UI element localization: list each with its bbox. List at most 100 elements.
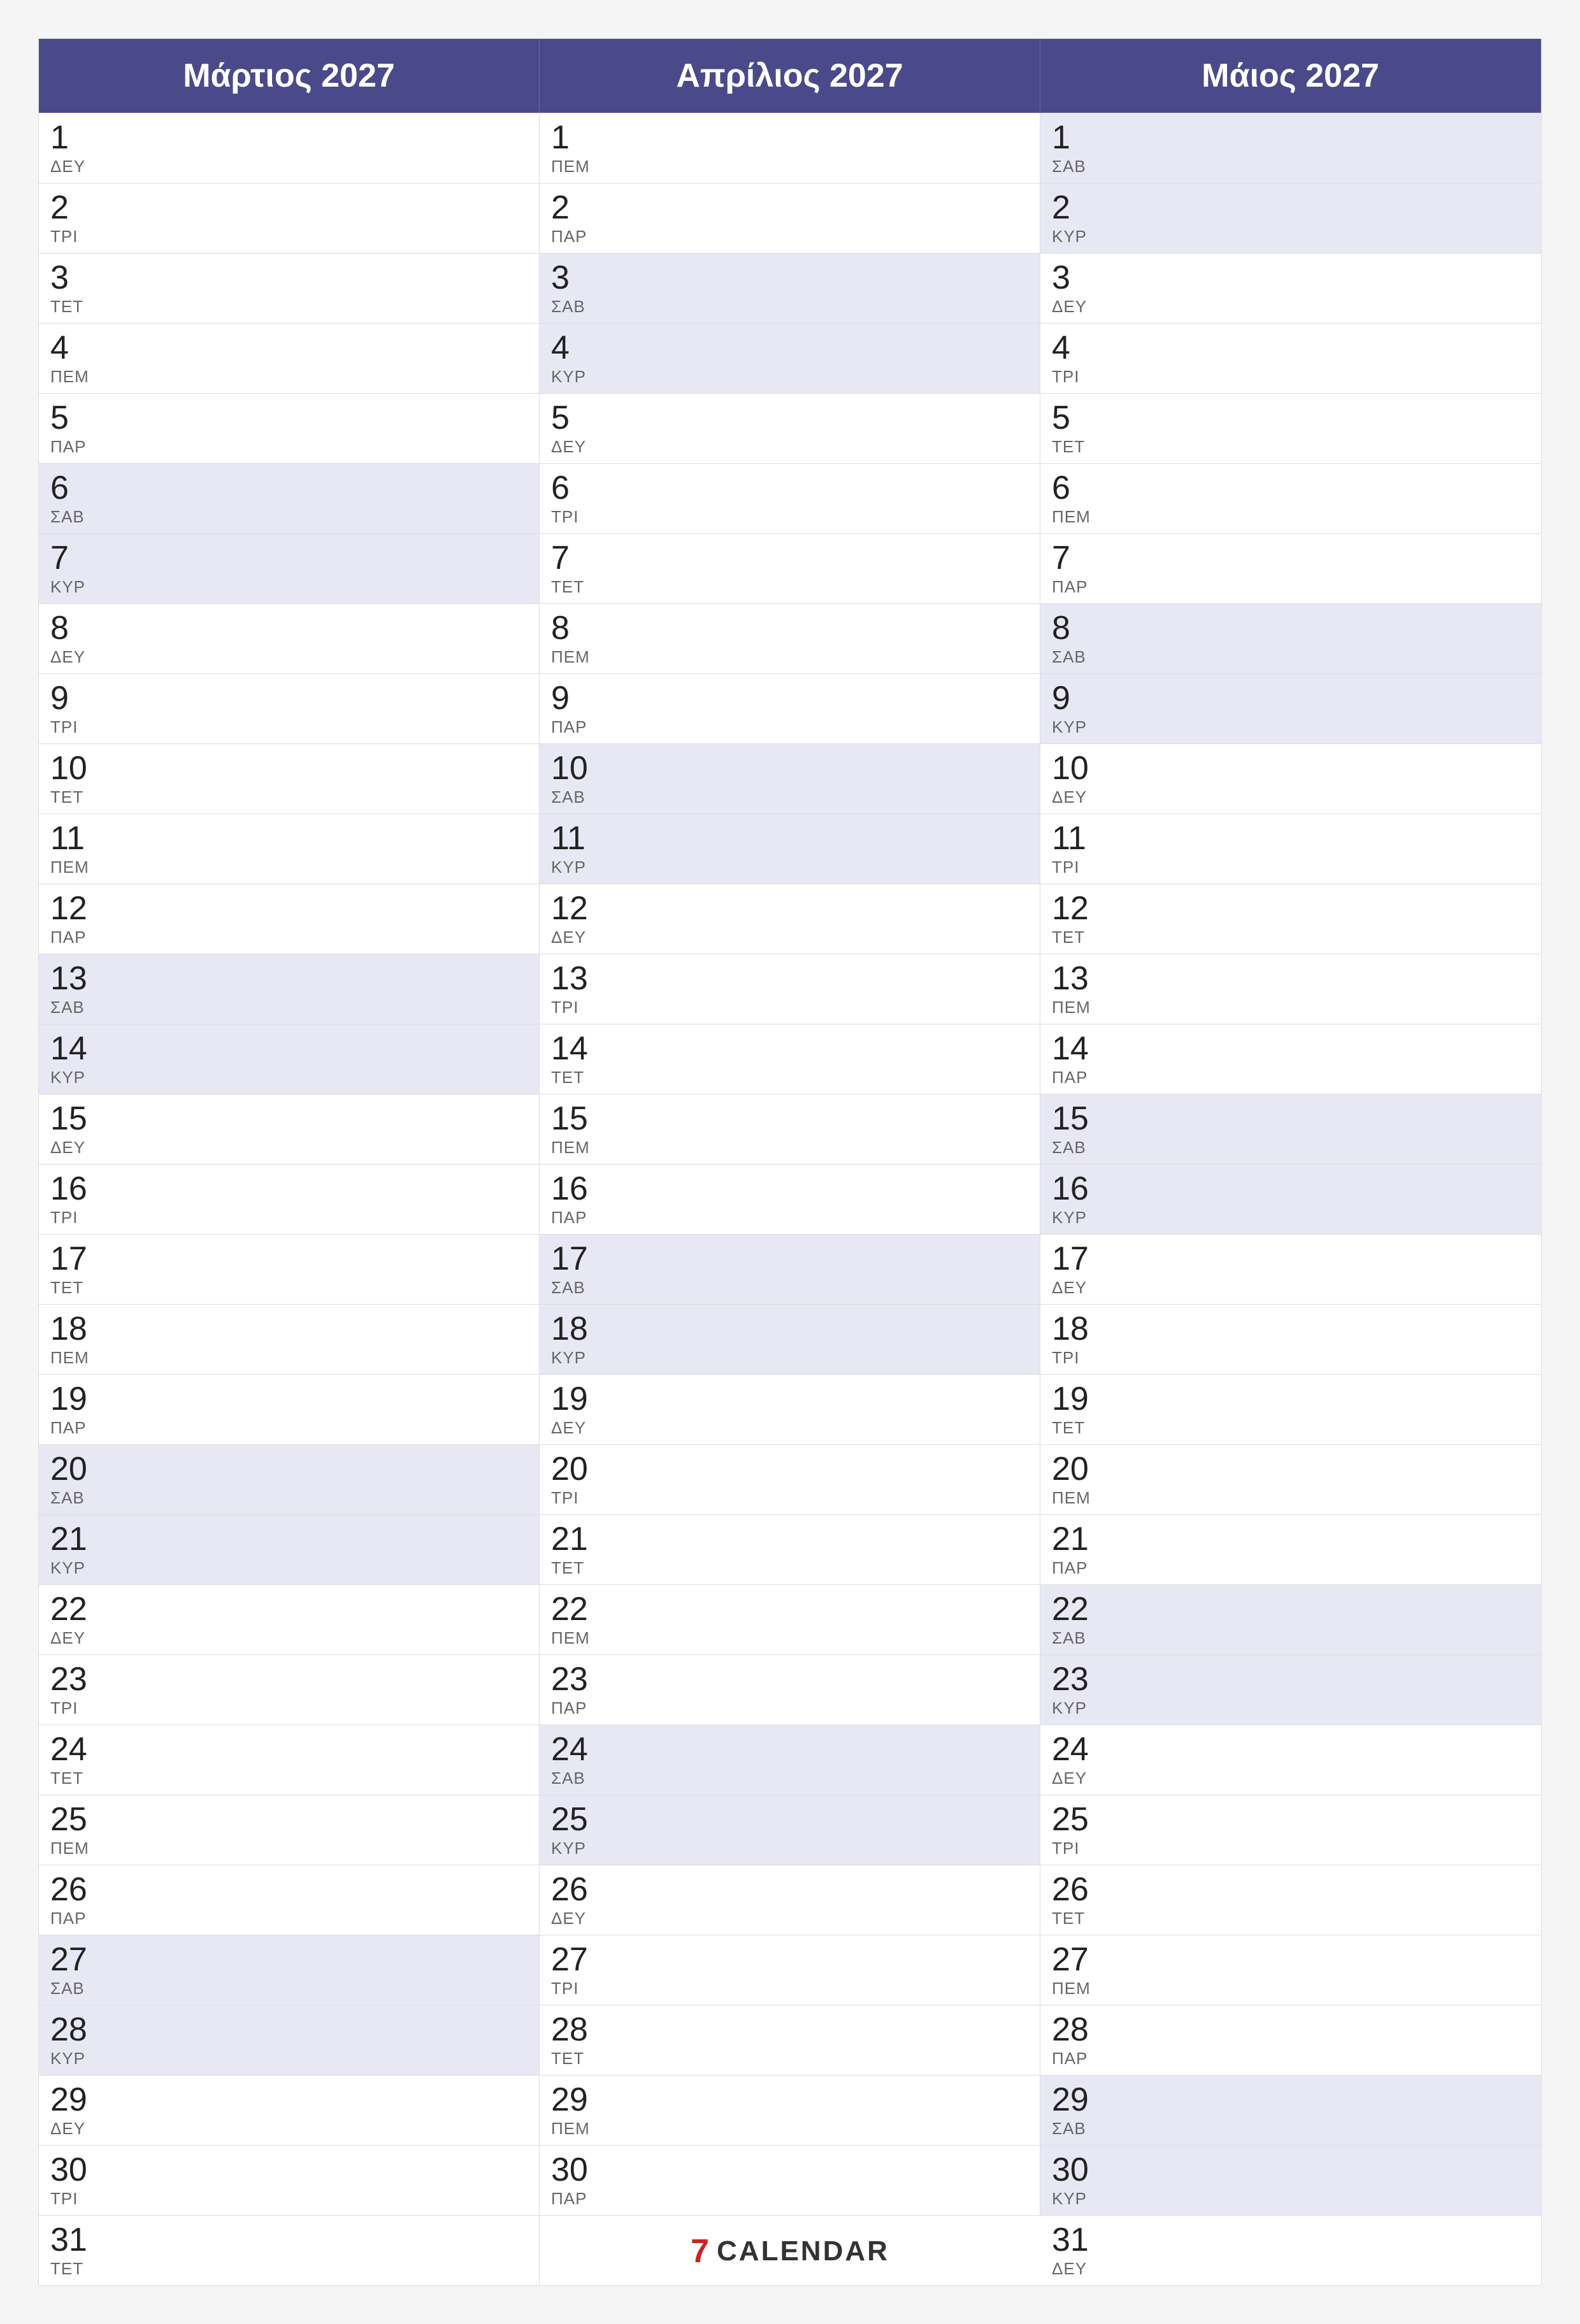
calendar-grid: Μάρτιος 2027Απρίλιος 2027Μάιος 2027 1 ΔΕ… — [39, 39, 1541, 2285]
day-cell-month1-day25: 25 ΚΥΡ — [540, 1795, 1040, 1865]
day-cell-month0-day11: 11 ΠΕΜ — [39, 814, 540, 884]
day-number: 17 — [551, 1242, 1028, 1275]
day-cell-month2-day27: 27 ΠΕΜ — [1040, 1935, 1541, 2005]
day-name: ΚΥΡ — [551, 367, 1028, 387]
day-cell-month1-day2: 2 ΠΑΡ — [540, 183, 1040, 253]
day-number: 30 — [551, 2153, 1028, 2186]
day-number: 11 — [551, 822, 1028, 855]
day-name: ΠΑΡ — [1052, 1558, 1530, 1578]
day-number: 31 — [50, 2223, 528, 2256]
day-cell-month0-day17: 17 ΤΕΤ — [39, 1234, 540, 1304]
day-name: ΣΑΒ — [50, 1488, 528, 1508]
day-number: 4 — [50, 331, 528, 364]
day-cell-month1-day1: 1 ΠΕΜ — [540, 113, 1040, 183]
day-name: ΠΑΡ — [551, 1698, 1028, 1718]
day-cell-month0-day3: 3 ΤΕΤ — [39, 253, 540, 323]
day-name: ΤΕΤ — [1052, 1909, 1530, 1928]
day-number: 5 — [551, 401, 1028, 434]
day-cell-month1-day22: 22 ΠΕΜ — [540, 1584, 1040, 1654]
calendar-logo-text: CALENDAR — [717, 2235, 889, 2267]
day-name: ΣΑΒ — [1052, 1138, 1530, 1158]
day-number: 1 — [1052, 121, 1530, 154]
day-number: 16 — [50, 1172, 528, 1205]
day-number: 28 — [50, 2013, 528, 2046]
day-number: 3 — [551, 261, 1028, 294]
day-number: 23 — [50, 1663, 528, 1696]
day-cell-month2-day10: 10 ΔΕΥ — [1040, 743, 1541, 814]
calendar-logo-icon: 7 — [691, 2235, 709, 2268]
day-cell-month2-day28: 28 ΠΑΡ — [1040, 2005, 1541, 2075]
day-cell-month1-day6: 6 ΤΡΙ — [540, 463, 1040, 533]
day-number: 14 — [1052, 1032, 1530, 1065]
day-cell-month0-day7: 7 ΚΥΡ — [39, 533, 540, 603]
day-name: ΚΥΡ — [50, 1068, 528, 1087]
day-name: ΤΡΙ — [551, 1979, 1028, 1998]
day-cell-month2-day9: 9 ΚΥΡ — [1040, 673, 1541, 743]
day-cell-month1-day9: 9 ΠΑΡ — [540, 673, 1040, 743]
day-cell-month0-day1: 1 ΔΕΥ — [39, 113, 540, 183]
day-number: 21 — [50, 1523, 528, 1556]
day-number: 29 — [551, 2083, 1028, 2116]
day-number: 17 — [50, 1242, 528, 1275]
day-name: ΠΕΜ — [50, 1348, 528, 1368]
day-cell-month2-day31: 31 ΔΕΥ — [1040, 2215, 1541, 2285]
day-number: 27 — [50, 1943, 528, 1976]
day-name: ΤΕΤ — [551, 1068, 1028, 1087]
day-number: 30 — [1052, 2153, 1530, 2186]
day-cell-month1-day21: 21 ΤΕΤ — [540, 1514, 1040, 1584]
day-number: 2 — [50, 191, 528, 224]
month-header-0: Μάρτιος 2027 — [39, 39, 540, 113]
day-name: ΠΕΜ — [551, 1138, 1028, 1158]
day-cell-month2-day12: 12 ΤΕΤ — [1040, 884, 1541, 954]
day-name: ΤΡΙ — [1052, 857, 1530, 877]
day-name: ΣΑΒ — [1052, 647, 1530, 667]
day-cell-month1-day7: 7 ΤΕΤ — [540, 533, 1040, 603]
day-cell-month1-day16: 16 ΠΑΡ — [540, 1164, 1040, 1234]
day-cell-month2-day29: 29 ΣΑΒ — [1040, 2075, 1541, 2145]
day-name: ΔΕΥ — [551, 1909, 1028, 1928]
day-cell-month0-day2: 2 ΤΡΙ — [39, 183, 540, 253]
day-number: 18 — [1052, 1312, 1530, 1345]
day-cell-month2-day16: 16 ΚΥΡ — [1040, 1164, 1541, 1234]
day-number: 31 — [1052, 2223, 1530, 2256]
day-cell-month0-day8: 8 ΔΕΥ — [39, 603, 540, 673]
day-number: 2 — [551, 191, 1028, 224]
day-number: 15 — [50, 1102, 528, 1135]
day-cell-month0-day6: 6 ΣΑΒ — [39, 463, 540, 533]
day-cell-month1-day10: 10 ΣΑΒ — [540, 743, 1040, 814]
day-name: ΤΕΤ — [50, 2259, 528, 2279]
day-name: ΤΡΙ — [50, 1208, 528, 1228]
day-number: 18 — [551, 1312, 1028, 1345]
day-number: 1 — [50, 121, 528, 154]
day-number: 19 — [1052, 1382, 1530, 1416]
day-name: ΤΡΙ — [50, 717, 528, 737]
day-number: 23 — [551, 1663, 1028, 1696]
day-cell-month1-day12: 12 ΔΕΥ — [540, 884, 1040, 954]
day-name: ΣΑΒ — [1052, 2119, 1530, 2139]
day-name: ΠΑΡ — [551, 227, 1028, 247]
day-cell-month0-day27: 27 ΣΑΒ — [39, 1935, 540, 2005]
day-number: 10 — [50, 752, 528, 785]
day-name: ΤΕΤ — [1052, 437, 1530, 457]
day-name: ΤΕΤ — [50, 297, 528, 317]
day-number: 29 — [1052, 2083, 1530, 2116]
day-cell-month2-day24: 24 ΔΕΥ — [1040, 1725, 1541, 1795]
day-number: 6 — [1052, 471, 1530, 505]
day-name: ΠΕΜ — [551, 647, 1028, 667]
day-number: 27 — [551, 1943, 1028, 1976]
day-name: ΤΕΤ — [50, 787, 528, 807]
day-cell-month0-day22: 22 ΔΕΥ — [39, 1584, 540, 1654]
day-number: 29 — [50, 2083, 528, 2116]
day-cell-month2-day20: 20 ΠΕΜ — [1040, 1444, 1541, 1514]
day-number: 4 — [551, 331, 1028, 364]
day-name: ΤΡΙ — [551, 1488, 1028, 1508]
day-cell-month0-day10: 10 ΤΕΤ — [39, 743, 540, 814]
day-cell-month2-day11: 11 ΤΡΙ — [1040, 814, 1541, 884]
day-cell-month2-day8: 8 ΣΑΒ — [1040, 603, 1541, 673]
day-name: ΤΕΤ — [1052, 928, 1530, 947]
day-cell-month1-day3: 3 ΣΑΒ — [540, 253, 1040, 323]
day-number: 4 — [1052, 331, 1530, 364]
day-cell-month2-day30: 30 ΚΥΡ — [1040, 2145, 1541, 2215]
day-number: 15 — [551, 1102, 1028, 1135]
day-name: ΠΕΜ — [551, 2119, 1028, 2139]
